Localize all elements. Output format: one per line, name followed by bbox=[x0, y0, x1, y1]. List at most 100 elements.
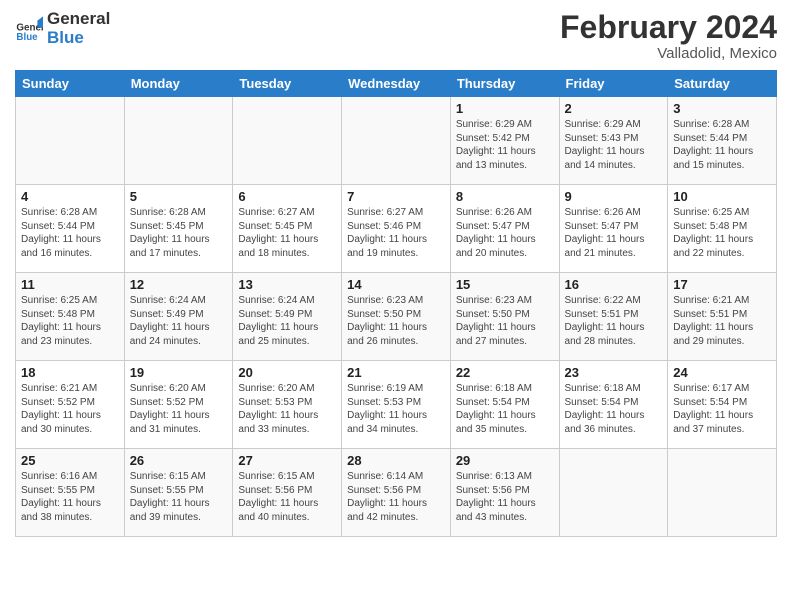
day-number: 12 bbox=[130, 277, 228, 292]
day-number: 3 bbox=[673, 101, 771, 116]
day-number: 26 bbox=[130, 453, 228, 468]
day-info: Sunrise: 6:25 AMSunset: 5:48 PMDaylight:… bbox=[673, 206, 771, 260]
calendar-cell: 8Sunrise: 6:26 AMSunset: 5:47 PMDaylight… bbox=[450, 185, 559, 273]
calendar-cell: 14Sunrise: 6:23 AMSunset: 5:50 PMDayligh… bbox=[342, 273, 451, 361]
day-header-wednesday: Wednesday bbox=[342, 71, 451, 97]
day-number: 13 bbox=[238, 277, 336, 292]
day-number: 28 bbox=[347, 453, 445, 468]
day-info: Sunrise: 6:28 AMSunset: 5:44 PMDaylight:… bbox=[673, 118, 771, 172]
calendar-table: SundayMondayTuesdayWednesdayThursdayFrid… bbox=[15, 70, 777, 537]
day-number: 10 bbox=[673, 189, 771, 204]
week-row-3: 11Sunrise: 6:25 AMSunset: 5:48 PMDayligh… bbox=[16, 273, 777, 361]
calendar-cell: 19Sunrise: 6:20 AMSunset: 5:52 PMDayligh… bbox=[124, 361, 233, 449]
day-info: Sunrise: 6:19 AMSunset: 5:53 PMDaylight:… bbox=[347, 382, 445, 436]
calendar-cell bbox=[124, 97, 233, 185]
day-info: Sunrise: 6:14 AMSunset: 5:56 PMDaylight:… bbox=[347, 470, 445, 524]
day-number: 19 bbox=[130, 365, 228, 380]
calendar-cell bbox=[16, 97, 125, 185]
day-info: Sunrise: 6:21 AMSunset: 5:51 PMDaylight:… bbox=[673, 294, 771, 348]
calendar-cell: 6Sunrise: 6:27 AMSunset: 5:45 PMDaylight… bbox=[233, 185, 342, 273]
day-number: 27 bbox=[238, 453, 336, 468]
calendar-cell: 26 Sunrise: 6:15 AMSunset: 5:55 PMDayligh… bbox=[124, 449, 233, 537]
week-row-1: 1 Sunrise: 6:29 AMSunset: 5:42 PMDaylight… bbox=[16, 97, 777, 185]
day-header-friday: Friday bbox=[559, 71, 668, 97]
day-info: Sunrise: 6:27 AMSunset: 5:46 PMDaylight:… bbox=[347, 206, 445, 260]
calendar-cell: 23 Sunrise: 6:18 AMSunset: 5:54 PMDayligh… bbox=[559, 361, 668, 449]
calendar-cell: 10 Sunrise: 6:25 AMSunset: 5:48 PMDayligh… bbox=[668, 185, 777, 273]
day-number: 5 bbox=[130, 189, 228, 204]
day-info: Sunrise: 6:23 AMSunset: 5:50 PMDaylight:… bbox=[456, 294, 554, 348]
logo-general-text: General bbox=[47, 10, 110, 29]
day-info: Sunrise: 6:28 AMSunset: 5:44 PMDaylight:… bbox=[21, 206, 119, 260]
day-header-tuesday: Tuesday bbox=[233, 71, 342, 97]
day-number: 11 bbox=[21, 277, 119, 292]
day-number: 4 bbox=[21, 189, 119, 204]
day-header-monday: Monday bbox=[124, 71, 233, 97]
day-number: 7 bbox=[347, 189, 445, 204]
day-number: 24 bbox=[673, 365, 771, 380]
calendar-cell: 12 Sunrise: 6:24 AMSunset: 5:49 PMDayligh… bbox=[124, 273, 233, 361]
day-info: Sunrise: 6:24 AMSunset: 5:49 PMDaylight:… bbox=[238, 294, 336, 348]
day-info: Sunrise: 6:28 AMSunset: 5:45 PMDaylight:… bbox=[130, 206, 228, 260]
calendar-cell: 1 Sunrise: 6:29 AMSunset: 5:42 PMDaylight… bbox=[450, 97, 559, 185]
day-number: 6 bbox=[238, 189, 336, 204]
calendar-cell: 11Sunrise: 6:25 AMSunset: 5:48 PMDayligh… bbox=[16, 273, 125, 361]
calendar-cell: 13 Sunrise: 6:24 AMSunset: 5:49 PMDayligh… bbox=[233, 273, 342, 361]
day-info: Sunrise: 6:13 AMSunset: 5:56 PMDaylight:… bbox=[456, 470, 554, 524]
day-info: Sunrise: 6:15 AMSunset: 5:55 PMDaylight:… bbox=[130, 470, 228, 524]
week-row-2: 4 Sunrise: 6:28 AMSunset: 5:44 PMDaylight… bbox=[16, 185, 777, 273]
svg-text:Blue: Blue bbox=[16, 32, 38, 43]
day-number: 14 bbox=[347, 277, 445, 292]
calendar-page: General Blue General Blue February 2024 … bbox=[0, 0, 792, 612]
day-number: 25 bbox=[21, 453, 119, 468]
day-info: Sunrise: 6:17 AMSunset: 5:54 PMDaylight:… bbox=[673, 382, 771, 436]
logo-blue-text: Blue bbox=[47, 29, 110, 48]
calendar-cell: 27 Sunrise: 6:15 AMSunset: 5:56 PMDayligh… bbox=[233, 449, 342, 537]
day-number: 21 bbox=[347, 365, 445, 380]
day-number: 29 bbox=[456, 453, 554, 468]
calendar-cell: 24 Sunrise: 6:17 AMSunset: 5:54 PMDayligh… bbox=[668, 361, 777, 449]
month-year-title: February 2024 bbox=[560, 10, 777, 45]
day-header-saturday: Saturday bbox=[668, 71, 777, 97]
calendar-cell: 4 Sunrise: 6:28 AMSunset: 5:44 PMDaylight… bbox=[16, 185, 125, 273]
calendar-cell: 16Sunrise: 6:22 AMSunset: 5:51 PMDayligh… bbox=[559, 273, 668, 361]
location-subtitle: Valladolid, Mexico bbox=[560, 45, 777, 62]
day-info: Sunrise: 6:18 AMSunset: 5:54 PMDaylight:… bbox=[565, 382, 663, 436]
calendar-cell: 17 Sunrise: 6:21 AMSunset: 5:51 PMDayligh… bbox=[668, 273, 777, 361]
calendar-cell: 21 Sunrise: 6:19 AMSunset: 5:53 PMDayligh… bbox=[342, 361, 451, 449]
header: General Blue General Blue February 2024 … bbox=[15, 10, 777, 62]
day-info: Sunrise: 6:29 AMSunset: 5:43 PMDaylight:… bbox=[565, 118, 663, 172]
calendar-cell bbox=[342, 97, 451, 185]
day-number: 20 bbox=[238, 365, 336, 380]
day-number: 23 bbox=[565, 365, 663, 380]
day-info: Sunrise: 6:26 AMSunset: 5:47 PMDaylight:… bbox=[565, 206, 663, 260]
calendar-cell bbox=[668, 449, 777, 537]
day-number: 9 bbox=[565, 189, 663, 204]
calendar-cell: 25 Sunrise: 6:16 AMSunset: 5:55 PMDayligh… bbox=[16, 449, 125, 537]
calendar-cell: 7 Sunrise: 6:27 AMSunset: 5:46 PMDaylight… bbox=[342, 185, 451, 273]
calendar-cell bbox=[233, 97, 342, 185]
day-info: Sunrise: 6:16 AMSunset: 5:55 PMDaylight:… bbox=[21, 470, 119, 524]
calendar-cell: 15 Sunrise: 6:23 AMSunset: 5:50 PMDayligh… bbox=[450, 273, 559, 361]
day-info: Sunrise: 6:15 AMSunset: 5:56 PMDaylight:… bbox=[238, 470, 336, 524]
day-header-thursday: Thursday bbox=[450, 71, 559, 97]
calendar-cell: 20Sunrise: 6:20 AMSunset: 5:53 PMDayligh… bbox=[233, 361, 342, 449]
day-number: 18 bbox=[21, 365, 119, 380]
day-info: Sunrise: 6:22 AMSunset: 5:51 PMDaylight:… bbox=[565, 294, 663, 348]
day-info: Sunrise: 6:18 AMSunset: 5:54 PMDaylight:… bbox=[456, 382, 554, 436]
calendar-cell: 5 Sunrise: 6:28 AMSunset: 5:45 PMDaylight… bbox=[124, 185, 233, 273]
day-number: 2 bbox=[565, 101, 663, 116]
day-info: Sunrise: 6:29 AMSunset: 5:42 PMDaylight:… bbox=[456, 118, 554, 172]
day-number: 17 bbox=[673, 277, 771, 292]
calendar-cell: 22Sunrise: 6:18 AMSunset: 5:54 PMDayligh… bbox=[450, 361, 559, 449]
day-number: 1 bbox=[456, 101, 554, 116]
logo: General Blue General Blue bbox=[15, 10, 110, 47]
day-number: 15 bbox=[456, 277, 554, 292]
week-row-4: 18Sunrise: 6:21 AMSunset: 5:52 PMDayligh… bbox=[16, 361, 777, 449]
logo-icon: General Blue bbox=[15, 15, 43, 43]
day-header-row: SundayMondayTuesdayWednesdayThursdayFrid… bbox=[16, 71, 777, 97]
calendar-cell: 28 Sunrise: 6:14 AMSunset: 5:56 PMDayligh… bbox=[342, 449, 451, 537]
week-row-5: 25 Sunrise: 6:16 AMSunset: 5:55 PMDayligh… bbox=[16, 449, 777, 537]
day-info: Sunrise: 6:24 AMSunset: 5:49 PMDaylight:… bbox=[130, 294, 228, 348]
title-block: February 2024 Valladolid, Mexico bbox=[560, 10, 777, 62]
